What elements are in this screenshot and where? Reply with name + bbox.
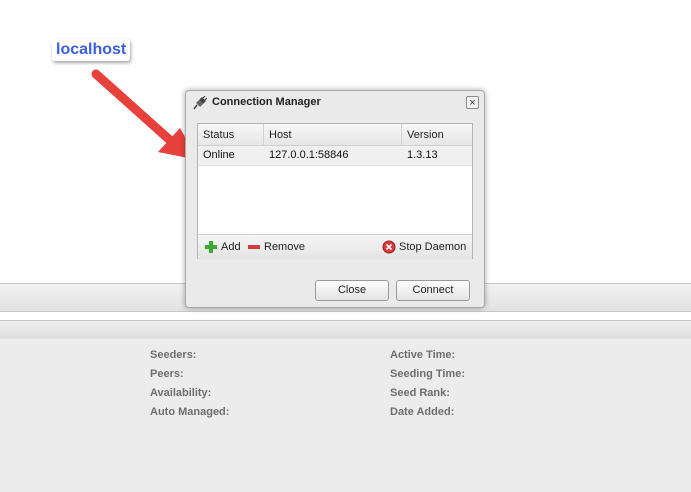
column-version[interactable]: Version: [402, 124, 472, 146]
stop-daemon-button[interactable]: Stop Daemon: [382, 240, 468, 254]
table-row[interactable]: Online 127.0.0.1:58846 1.3.13: [198, 146, 472, 166]
stop-icon: [382, 240, 396, 254]
plus-icon: [205, 241, 217, 253]
row-version: 1.3.13: [407, 149, 438, 161]
remove-button[interactable]: Remove: [247, 240, 309, 254]
connection-manager-dialog: Connection Manager × Status Host Version…: [185, 90, 485, 308]
column-host[interactable]: Host: [264, 124, 402, 146]
row-status: Online: [203, 149, 235, 161]
add-button[interactable]: Add: [204, 240, 244, 254]
dialog-header: Connection Manager ×: [186, 91, 484, 115]
hosts-table: Status Host Version Online 127.0.0.1:588…: [197, 123, 473, 259]
dialog-title: Connection Manager: [212, 96, 321, 108]
plug-icon: [193, 96, 207, 110]
table-footer: Add Remove Stop Daemon: [198, 234, 472, 259]
remove-label: Remove: [264, 241, 305, 253]
row-host: 127.0.0.1:58846: [269, 149, 349, 161]
column-status[interactable]: Status: [198, 124, 264, 146]
stop-daemon-label: Stop Daemon: [399, 241, 467, 253]
connect-button[interactable]: Connect: [396, 280, 470, 301]
minus-icon: [248, 245, 260, 249]
close-button[interactable]: Close: [315, 280, 389, 301]
close-icon[interactable]: ×: [466, 96, 479, 109]
add-label: Add: [221, 241, 241, 253]
